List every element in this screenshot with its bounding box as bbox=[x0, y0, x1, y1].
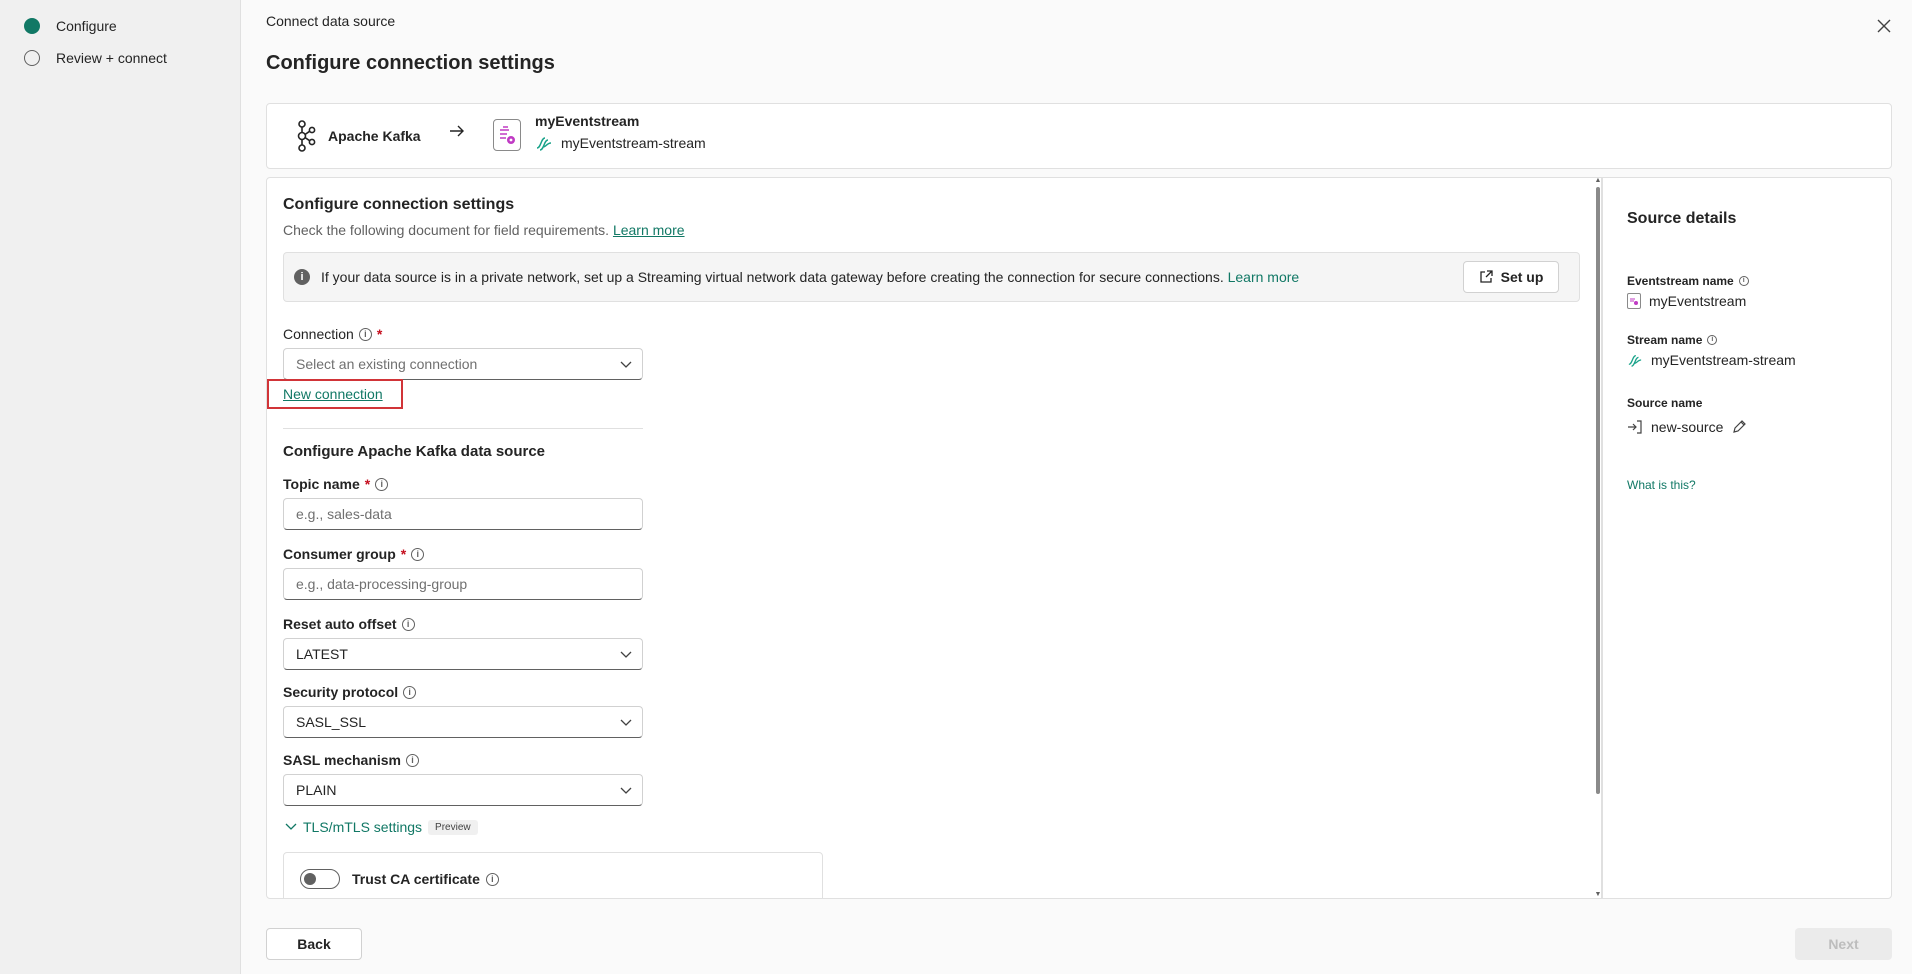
source-name: Apache Kafka bbox=[328, 128, 421, 144]
private-network-banner: i If your data source is in a private ne… bbox=[283, 252, 1580, 302]
chevron-down-icon bbox=[285, 823, 297, 830]
step-label: Review + connect bbox=[56, 50, 167, 66]
chevron-down-icon bbox=[620, 719, 632, 726]
form-subtitle: Check the following document for field r… bbox=[283, 222, 685, 238]
step-inactive-indicator bbox=[24, 50, 40, 66]
source-details-panel: Source details Eventstream name i myEven… bbox=[1602, 177, 1892, 899]
wizard-stepper: Configure Review + connect bbox=[0, 0, 241, 974]
sasl-mechanism-dropdown[interactable]: PLAIN bbox=[283, 774, 643, 806]
toggle-knob bbox=[304, 873, 316, 885]
what-is-this-link[interactable]: What is this? bbox=[1627, 478, 1696, 492]
step-active-indicator bbox=[24, 18, 40, 34]
source-name-label: Source name bbox=[1627, 396, 1703, 410]
chevron-down-icon bbox=[620, 787, 632, 794]
info-icon[interactable]: i bbox=[406, 753, 420, 767]
scroll-thumb[interactable] bbox=[1596, 187, 1600, 794]
open-external-icon bbox=[1479, 270, 1493, 283]
connection-label: Connection i * bbox=[283, 326, 383, 342]
sign-in-icon bbox=[1628, 420, 1642, 434]
security-protocol-dropdown[interactable]: SASL_SSL bbox=[283, 706, 643, 738]
stream-summary: myEventstream-stream bbox=[535, 135, 706, 151]
banner-learn-more-link[interactable]: Learn more bbox=[1228, 269, 1300, 285]
back-button[interactable]: Back bbox=[266, 928, 362, 960]
info-icon[interactable]: i bbox=[358, 327, 372, 341]
edit-pencil-icon[interactable] bbox=[1731, 419, 1747, 435]
stream-name-label: Stream name i bbox=[1627, 333, 1718, 347]
new-connection-link[interactable]: New connection bbox=[283, 386, 383, 402]
connection-dropdown[interactable]: Select an existing connection bbox=[283, 348, 643, 380]
info-icon[interactable]: i bbox=[403, 685, 417, 699]
breadcrumb: Connect data source bbox=[266, 13, 396, 29]
info-icon: i bbox=[294, 269, 310, 285]
arrow-right-icon bbox=[449, 124, 465, 141]
topic-name-label: Topic name * i bbox=[283, 476, 389, 492]
info-icon[interactable]: i bbox=[1707, 335, 1718, 345]
connection-settings-form: Configure connection settings Check the … bbox=[266, 177, 1602, 899]
form-scrollbar[interactable]: ▲ ▼ bbox=[1594, 177, 1602, 899]
eventstream-name: myEventstream bbox=[535, 113, 640, 129]
set-up-button[interactable]: Set up bbox=[1463, 261, 1559, 293]
source-summary: Apache Kafka bbox=[294, 120, 421, 152]
close-button[interactable] bbox=[1874, 16, 1894, 36]
eventstream-icon bbox=[1627, 293, 1641, 309]
topic-name-input[interactable]: e.g., sales-data bbox=[283, 498, 643, 530]
banner-message: If your data source is in a private netw… bbox=[321, 269, 1300, 285]
main-panel: Connect data source Configure connection… bbox=[242, 0, 1912, 974]
consumer-group-label: Consumer group * i bbox=[283, 546, 425, 562]
info-icon[interactable]: i bbox=[485, 872, 499, 886]
page-title: Configure connection settings bbox=[266, 52, 555, 74]
form-heading: Configure connection settings bbox=[283, 196, 515, 213]
trust-ca-toggle[interactable] bbox=[300, 869, 340, 889]
step-configure[interactable]: Configure bbox=[24, 18, 117, 34]
consumer-group-input[interactable]: e.g., data-processing-group bbox=[283, 568, 643, 600]
stream-name-value: myEventstream-stream bbox=[1627, 352, 1796, 368]
stream-icon bbox=[536, 137, 552, 151]
close-icon bbox=[1877, 19, 1891, 33]
trust-ca-label: Trust CA certificate i bbox=[352, 871, 499, 887]
stream-icon bbox=[1628, 354, 1642, 367]
details-title: Source details bbox=[1627, 210, 1737, 227]
stream-name: myEventstream-stream bbox=[561, 135, 706, 151]
sasl-mechanism-label: SASL mechanism i bbox=[283, 752, 420, 768]
chevron-down-icon bbox=[620, 651, 632, 658]
reset-auto-offset-label: Reset auto offset i bbox=[283, 616, 415, 632]
eventstream-name-label: Eventstream name i bbox=[1627, 274, 1749, 288]
info-icon[interactable]: i bbox=[375, 477, 389, 491]
step-label: Configure bbox=[56, 18, 117, 34]
trust-ca-section: Trust CA certificate i bbox=[283, 852, 823, 898]
eventstream-icon bbox=[493, 119, 521, 151]
tls-settings-toggle[interactable]: TLS/mTLS settings Preview bbox=[285, 819, 478, 835]
new-connection-highlight: New connection bbox=[267, 379, 403, 409]
info-icon[interactable]: i bbox=[1738, 276, 1749, 286]
next-button[interactable]: Next bbox=[1795, 928, 1892, 960]
security-protocol-label: Security protocol i bbox=[283, 684, 417, 700]
chevron-down-icon bbox=[620, 361, 632, 368]
eventstream-name-value: myEventstream bbox=[1627, 293, 1746, 309]
info-icon[interactable]: i bbox=[411, 547, 425, 561]
info-icon[interactable]: i bbox=[401, 617, 415, 631]
learn-more-link[interactable]: Learn more bbox=[613, 222, 685, 238]
source-name-value: new-source bbox=[1627, 419, 1747, 435]
preview-badge: Preview bbox=[428, 819, 478, 835]
kafka-icon bbox=[297, 120, 316, 152]
reset-auto-offset-dropdown[interactable]: LATEST bbox=[283, 638, 643, 670]
section-divider bbox=[283, 428, 643, 429]
scroll-up-icon[interactable]: ▲ bbox=[1594, 177, 1602, 185]
step-review-connect[interactable]: Review + connect bbox=[24, 50, 167, 66]
kafka-section-heading: Configure Apache Kafka data source bbox=[283, 443, 546, 460]
scroll-down-icon[interactable]: ▼ bbox=[1594, 891, 1602, 899]
source-destination-summary: Apache Kafka myEventstream myEventstream… bbox=[266, 103, 1892, 169]
